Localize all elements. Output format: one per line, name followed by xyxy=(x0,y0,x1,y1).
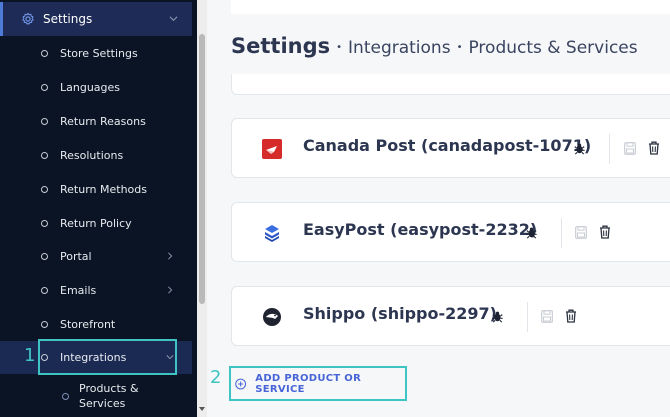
add-button-label: ADD PRODUCT OR SERVICE xyxy=(255,372,362,395)
sidebar-item-label: Store Settings xyxy=(60,46,138,60)
bug-icon[interactable] xyxy=(524,225,539,240)
sidebar-item-label: Portal xyxy=(60,249,92,263)
sidebar-item-languages[interactable]: Languages xyxy=(0,72,192,102)
save-icon[interactable] xyxy=(575,226,587,239)
bullet-icon xyxy=(41,252,48,260)
sidebar-item-label: Resolutions xyxy=(60,148,124,162)
chevron-right-icon xyxy=(168,252,173,260)
sidebar-item-return-reasons[interactable]: Return Reasons xyxy=(0,106,192,136)
sidebar-item-return-policy[interactable]: Return Policy xyxy=(0,208,192,238)
divider xyxy=(609,134,610,164)
integration-card-canada-post: Canada Post (canadapost-1071) xyxy=(231,118,670,178)
bullet-icon xyxy=(41,320,48,328)
bullet-icon xyxy=(41,151,48,159)
sidebar-item-label: Integrations xyxy=(60,351,127,364)
bullet-icon xyxy=(41,354,48,361)
divider xyxy=(527,302,528,332)
save-icon[interactable] xyxy=(541,310,553,323)
callout-number-1: 1 xyxy=(24,345,36,366)
breadcrumb-separator: • xyxy=(456,42,463,53)
bullet-icon xyxy=(41,185,48,193)
sidebar-item-label: Languages xyxy=(60,80,121,94)
sidebar-section-label: Settings xyxy=(43,12,93,26)
integration-card-partial xyxy=(231,74,670,95)
bug-icon[interactable] xyxy=(490,309,505,324)
sidebar-item-portal[interactable]: Portal xyxy=(0,241,192,271)
scrollbar-thumb[interactable] xyxy=(199,34,205,304)
sidebar-subitem-label-line1: Products & xyxy=(79,382,139,395)
trash-icon[interactable] xyxy=(565,309,577,323)
bullet-icon xyxy=(41,286,48,294)
easypost-logo xyxy=(265,225,279,242)
callout-number-2: 2 xyxy=(210,367,222,388)
integration-card-easypost: EasyPost (easypost-2232) xyxy=(231,202,670,262)
sidebar-item-label: Return Policy xyxy=(60,216,132,230)
sidebar-item-storefront[interactable]: Storefront xyxy=(0,309,192,339)
integration-name: Shippo (shippo-2297) xyxy=(303,304,497,323)
sidebar-subitem-products-services[interactable]: Products & Services xyxy=(0,375,192,417)
sidebar-section-settings[interactable]: Settings xyxy=(0,2,192,36)
chevron-down-icon xyxy=(166,355,174,360)
header-bar xyxy=(231,0,670,14)
scrollbar[interactable] xyxy=(197,0,207,417)
scroll-down-arrow-icon[interactable] xyxy=(199,407,205,411)
sidebar-subitem-label-line2: Services xyxy=(79,397,126,410)
add-product-or-service-button[interactable]: ADD PRODUCT OR SERVICE xyxy=(229,366,407,401)
sidebar-item-label: Storefront xyxy=(60,317,116,331)
integration-name: Canada Post (canadapost-1071) xyxy=(303,136,592,155)
gear-icon xyxy=(22,12,34,25)
sidebar-item-label: Emails xyxy=(60,283,97,297)
breadcrumb-integrations[interactable]: Integrations xyxy=(348,38,451,58)
sidebar-item-return-methods[interactable]: Return Methods xyxy=(0,174,192,204)
integration-card-shippo: Shippo (shippo-2297) xyxy=(231,286,670,346)
sidebar-item-emails[interactable]: Emails xyxy=(0,275,192,305)
bug-icon[interactable] xyxy=(572,141,587,156)
sidebar-item-label: Return Reasons xyxy=(60,114,146,128)
save-icon[interactable] xyxy=(624,142,636,155)
chevron-down-icon[interactable] xyxy=(169,14,178,23)
page-title: Settings xyxy=(231,34,331,58)
bullet-icon xyxy=(62,392,69,400)
trash-icon[interactable] xyxy=(599,225,611,239)
bullet-icon xyxy=(41,83,48,91)
divider xyxy=(561,218,562,248)
main-content: Settings • Integrations • Products & Ser… xyxy=(207,0,670,417)
sidebar-subitem-label: Products & Services xyxy=(79,381,139,411)
chevron-right-icon xyxy=(168,286,173,294)
sidebar-item-label: Return Methods xyxy=(60,182,147,196)
canada-post-logo xyxy=(262,139,282,159)
bullet-icon xyxy=(41,117,48,125)
plus-circle-icon xyxy=(235,378,247,389)
trash-icon[interactable] xyxy=(648,141,660,155)
integration-name: EasyPost (easypost-2232) xyxy=(303,220,538,239)
sidebar-item-store-settings[interactable]: Store Settings xyxy=(0,38,192,68)
breadcrumb-separator: • xyxy=(336,42,343,53)
bullet-icon xyxy=(41,219,48,227)
shippo-logo xyxy=(263,308,281,326)
breadcrumb-products-services: Products & Services xyxy=(468,38,638,58)
sidebar-item-resolutions[interactable]: Resolutions xyxy=(0,140,192,170)
breadcrumb: Settings • Integrations • Products & Ser… xyxy=(231,34,638,58)
bullet-icon xyxy=(41,49,48,57)
